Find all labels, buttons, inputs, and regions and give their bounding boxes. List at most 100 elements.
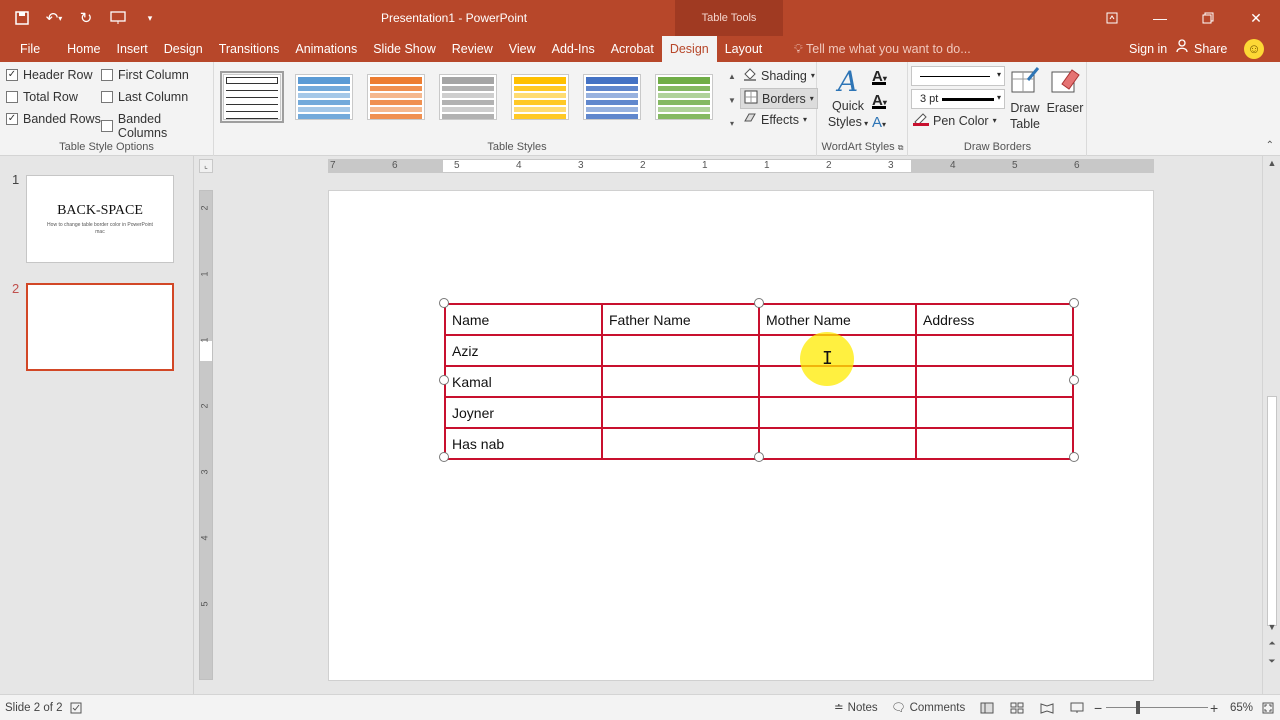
eraser-button[interactable]: Eraser	[1045, 66, 1085, 116]
slide-thumbnail-2[interactable]	[26, 283, 174, 371]
spell-check-icon[interactable]	[70, 695, 82, 720]
table-style-thumb[interactable]	[439, 74, 497, 120]
tab-view[interactable]: View	[501, 36, 544, 62]
table-cell[interactable]	[915, 334, 1074, 367]
tab-selector-icon[interactable]: ⌞	[199, 159, 213, 173]
normal-view-icon[interactable]	[980, 695, 994, 720]
tab-add-ins[interactable]: Add-Ins	[544, 36, 603, 62]
next-slide-icon[interactable]: ⏷	[1263, 656, 1280, 667]
draw-table-button[interactable]: Draw Table	[1007, 66, 1043, 132]
fit-to-window-icon[interactable]	[1262, 695, 1274, 720]
close-icon[interactable]: ✕	[1232, 0, 1280, 36]
comments-button[interactable]: 🗨︎ Comments	[891, 695, 965, 720]
more-icon[interactable]: ▾	[726, 119, 738, 128]
borders-button[interactable]: Borders ▾	[740, 88, 818, 109]
table-style-thumb[interactable]	[367, 74, 425, 120]
table-cell[interactable]	[601, 365, 760, 398]
resize-handle-top-left[interactable]	[439, 298, 449, 308]
tell-me-search[interactable]: 💡︎ Tell me what you want to do...	[794, 36, 971, 62]
table-cell[interactable]: Address	[915, 303, 1074, 336]
table-cell[interactable]	[915, 427, 1074, 460]
minimize-icon[interactable]: —	[1136, 0, 1184, 36]
table-style-thumb[interactable]	[295, 74, 353, 120]
zoom-level[interactable]: 65%	[1230, 695, 1253, 720]
slide-table[interactable]: Name Father Name Mother Name Address Aziz Kam…	[444, 303, 1074, 460]
slide-thumbnail-1[interactable]: BACK-SPACE How to change table border co…	[26, 175, 174, 263]
resize-handle-right[interactable]	[1069, 375, 1079, 385]
header-row-checkbox[interactable]: ✓ Header Row	[6, 68, 92, 82]
pen-color-button[interactable]: Pen Color ▾	[913, 112, 997, 129]
table-cell[interactable]: Has nab	[444, 427, 603, 460]
first-column-checkbox[interactable]: First Column	[101, 68, 189, 82]
zoom-out-icon[interactable]: −	[1094, 695, 1102, 720]
table-cell[interactable]: Mother Name	[758, 303, 917, 336]
share-button[interactable]: Share	[1176, 36, 1227, 62]
restore-icon[interactable]	[1184, 0, 1232, 36]
table-cell[interactable]: Kamal	[444, 365, 603, 398]
reading-view-icon[interactable]	[1040, 695, 1054, 720]
scroll-up-icon[interactable]: ▲	[726, 72, 738, 81]
resize-handle-bottom[interactable]	[754, 452, 764, 462]
zoom-slider-knob[interactable]	[1136, 701, 1140, 714]
slide-sorter-icon[interactable]	[1010, 695, 1024, 720]
notes-button[interactable]: ≐ Notes	[834, 695, 878, 720]
gallery-scroll[interactable]: ▲ ▼ ▾	[726, 72, 738, 128]
quick-styles-button[interactable]: A Quick Styles ▾	[826, 66, 870, 132]
tab-review[interactable]: Review	[444, 36, 501, 62]
slideshow-view-icon[interactable]	[1070, 695, 1084, 720]
total-row-checkbox[interactable]: Total Row	[6, 90, 78, 104]
previous-slide-icon[interactable]: ⏶	[1263, 638, 1280, 649]
resize-handle-bottom-left[interactable]	[439, 452, 449, 462]
zoom-slider[interactable]	[1106, 707, 1208, 708]
tab-acrobat[interactable]: Acrobat	[603, 36, 662, 62]
pen-style-dropdown[interactable]: ▾	[911, 66, 1005, 86]
collapse-ribbon-icon[interactable]: ⌃	[1266, 140, 1274, 151]
table-cell[interactable]: Aziz	[444, 334, 603, 367]
resize-handle-left[interactable]	[439, 375, 449, 385]
tab-design[interactable]: Design	[156, 36, 211, 62]
tab-transitions[interactable]: Transitions	[211, 36, 288, 62]
last-column-checkbox[interactable]: Last Column	[101, 90, 188, 104]
tab-insert[interactable]: Insert	[109, 36, 156, 62]
pen-weight-dropdown[interactable]: 3 pt ▾	[911, 89, 1005, 109]
scroll-down-icon[interactable]: ▼	[726, 96, 738, 105]
tab-home[interactable]: Home	[59, 36, 108, 62]
table-style-thumb[interactable]	[511, 74, 569, 120]
table-style-thumb[interactable]	[220, 71, 284, 123]
feedback-smiley-icon[interactable]: ☺	[1244, 39, 1264, 59]
scroll-up-icon[interactable]: ▲	[1263, 158, 1280, 168]
table-cell[interactable]: Father Name	[601, 303, 760, 336]
tab-slide-show[interactable]: Slide Show	[365, 36, 444, 62]
banded-rows-checkbox[interactable]: ✓ Banded Rows	[6, 112, 101, 126]
table-style-thumb[interactable]	[583, 74, 641, 120]
zoom-in-icon[interactable]: +	[1210, 695, 1218, 720]
vertical-scrollbar[interactable]: ▲ ▼ ⏶ ⏷	[1262, 156, 1280, 694]
resize-handle-top[interactable]	[754, 298, 764, 308]
text-effects-icon[interactable]: A▾	[872, 114, 886, 131]
sign-in-link[interactable]: Sign in	[1129, 36, 1167, 62]
table-cell[interactable]	[915, 396, 1074, 429]
tab-table-design[interactable]: Design	[661, 36, 717, 62]
scroll-down-icon[interactable]: ▼	[1263, 622, 1280, 632]
table-cell[interactable]	[601, 427, 760, 460]
table-cell[interactable]	[758, 427, 917, 460]
table-cell[interactable]	[601, 396, 760, 429]
shading-button[interactable]: Shading ▾	[743, 67, 815, 84]
table-cell[interactable]: Joyner	[444, 396, 603, 429]
tab-animations[interactable]: Animations	[287, 36, 365, 62]
table-cell[interactable]	[915, 365, 1074, 398]
effects-button[interactable]: Effects ▾	[743, 111, 807, 128]
text-outline-icon[interactable]: A▾	[872, 92, 887, 109]
resize-handle-bottom-right[interactable]	[1069, 452, 1079, 462]
text-fill-icon[interactable]: A▾	[872, 68, 887, 85]
banded-columns-checkbox[interactable]: Banded Columns	[101, 112, 213, 140]
table-cell[interactable]	[601, 334, 760, 367]
table-cell[interactable]: Name	[444, 303, 603, 336]
resize-handle-top-right[interactable]	[1069, 298, 1079, 308]
scrollbar-thumb[interactable]	[1267, 396, 1277, 626]
table-cell[interactable]	[758, 396, 917, 429]
tab-file[interactable]: File	[0, 36, 59, 62]
ribbon-display-icon[interactable]	[1088, 0, 1136, 36]
table-style-thumb[interactable]	[655, 74, 713, 120]
tab-table-layout[interactable]: Layout	[717, 36, 771, 62]
